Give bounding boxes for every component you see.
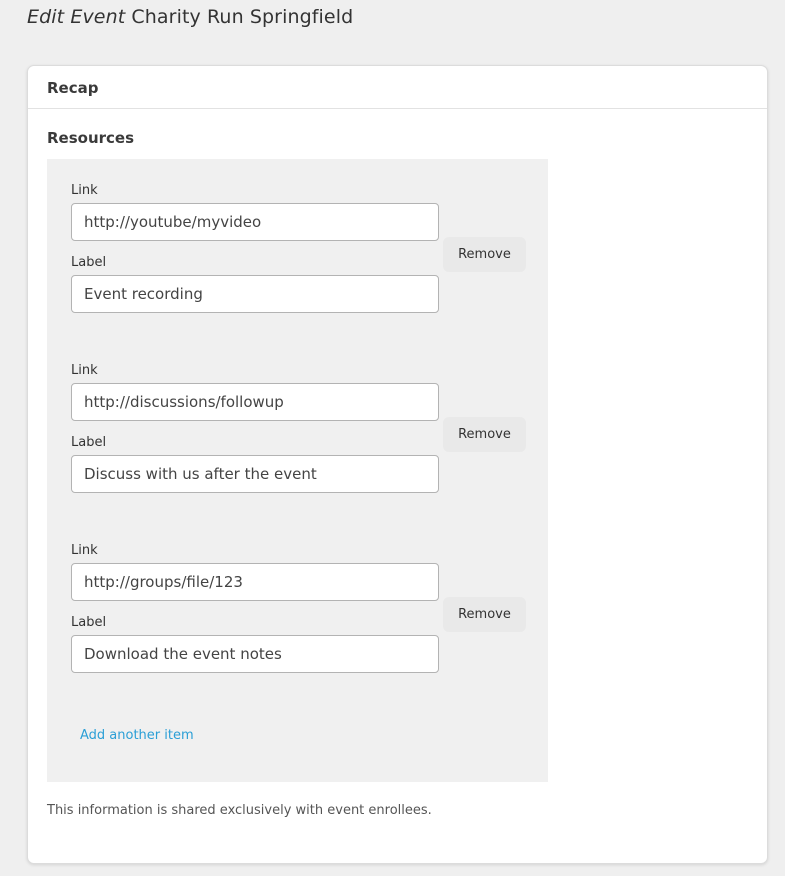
label-field-label: Label — [71, 255, 107, 270]
resource-item: Link Label Remove — [71, 183, 531, 323]
resource-label-input[interactable] — [71, 455, 439, 493]
link-field-label: Link — [71, 543, 98, 558]
resource-label-input[interactable] — [71, 275, 439, 313]
page-title: Edit Event Charity Run Springfield — [27, 6, 353, 28]
resource-label-input[interactable] — [71, 635, 439, 673]
link-field-label: Link — [71, 363, 98, 378]
remove-resource-button[interactable]: Remove — [443, 417, 526, 452]
resource-link-input[interactable] — [71, 203, 439, 241]
resource-item: Link Label Remove — [71, 363, 531, 503]
event-name: Charity Run Springfield — [131, 6, 354, 28]
resource-link-input[interactable] — [71, 383, 439, 421]
remove-resource-button[interactable]: Remove — [443, 237, 526, 272]
resources-panel: Link Label Remove Link Label Remove Link… — [47, 159, 548, 782]
page: Edit Event Charity Run Springfield Recap… — [0, 0, 785, 876]
page-title-prefix: Edit Event — [27, 6, 126, 28]
link-field-label: Link — [71, 183, 98, 198]
remove-resource-button[interactable]: Remove — [443, 597, 526, 632]
resource-item: Link Label Remove — [71, 543, 531, 683]
recap-card-header: Recap — [28, 66, 767, 109]
label-field-label: Label — [71, 615, 107, 630]
label-field-label: Label — [71, 435, 107, 450]
resource-link-input[interactable] — [71, 563, 439, 601]
resources-help-text: This information is shared exclusively w… — [47, 803, 432, 818]
add-another-item-link[interactable]: Add another item — [80, 728, 194, 743]
recap-card: Recap Resources Link Label Remove Link L… — [27, 65, 768, 864]
resources-section-title: Resources — [47, 129, 135, 147]
